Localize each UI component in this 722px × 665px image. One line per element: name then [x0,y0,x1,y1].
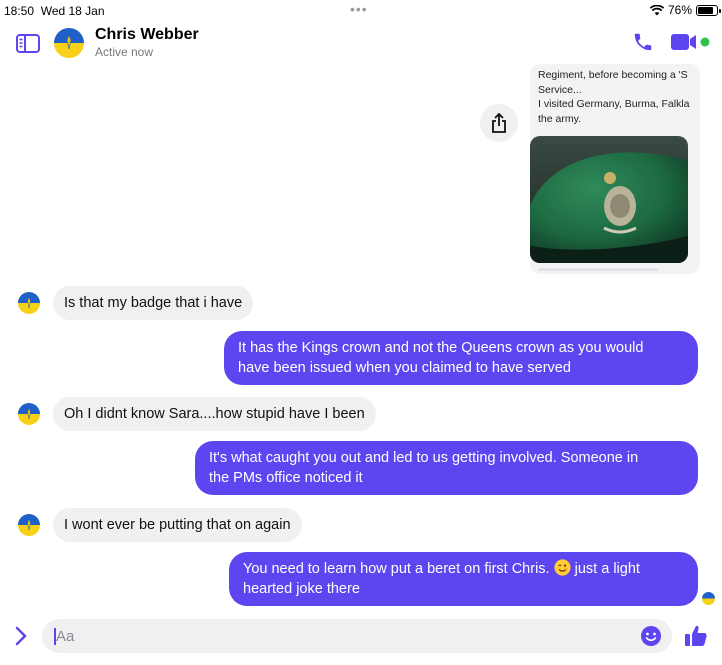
seen-receipt-avatar [702,592,715,605]
beret-photo[interactable] [530,136,688,263]
text-caret [54,628,56,645]
message-line: You need to learn how put a beret on fir… [243,559,640,577]
message-line: hearted joke there [243,581,360,597]
contact-avatar-small[interactable] [18,514,40,536]
emoji-icon[interactable] [640,625,662,647]
share-button[interactable] [480,104,518,142]
contact-avatar-small[interactable] [18,403,40,425]
incoming-message[interactable]: I wont ever be putting that on again [53,508,302,542]
phone-icon[interactable] [632,31,654,53]
contact-avatar-small[interactable] [18,292,40,314]
status-indicators: 76% [649,3,721,17]
contact-avatar[interactable] [54,28,84,58]
ukraine-flag-avatar-icon [702,592,715,605]
outgoing-message[interactable]: It has the Kings crown and not the Queen… [224,331,698,385]
contact-name[interactable]: Chris Webber [95,26,199,44]
message-line: It has the Kings crown and not the Queen… [238,340,644,356]
incoming-message[interactable]: Is that my badge that i have [53,286,254,320]
status-bar: 18:50 Wed 18 Jan ••• 76% [0,0,722,20]
battery-icon [696,4,721,16]
preview-divider [538,268,658,271]
multitasking-dots[interactable]: ••• [350,1,368,17]
outgoing-message[interactable]: It's what caught you out and led to us g… [195,441,698,495]
forwarded-message-text: Regiment, before becoming a 'S Service..… [538,69,690,125]
battery-percent: 76% [667,3,692,17]
winking-face-emoji-icon [554,559,571,576]
status-time-date: 18:50 Wed 18 Jan [4,4,105,18]
beret-photo-image [530,136,688,263]
message-line: It's what caught you out and led to us g… [209,450,639,466]
message-composer [0,616,722,665]
ukraine-flag-avatar-icon [18,292,40,314]
incoming-message[interactable]: Oh I didnt know Sara....how stupid have … [53,397,376,431]
contact-status: Active now [95,45,154,59]
video-camera-icon[interactable] [670,32,712,52]
ukraine-flag-avatar-icon [54,28,84,58]
wifi-icon [649,4,664,15]
ukraine-flag-avatar-icon [18,514,40,536]
outgoing-message[interactable]: You need to learn how put a beret on fir… [229,552,698,606]
conversation-header: Chris Webber Active now [0,20,722,64]
share-icon [492,113,506,133]
message-line: have been issued when you claimed to hav… [238,360,571,376]
chevron-right-icon[interactable] [14,626,28,646]
thumbs-up-icon[interactable] [684,624,708,648]
message-line: the PMs office noticed it [209,470,363,486]
message-input[interactable] [42,619,672,653]
forwarded-message-card[interactable]: Regiment, before becoming a 'S Service..… [530,64,700,274]
sidebar-icon[interactable] [16,34,40,53]
ukraine-flag-avatar-icon [18,403,40,425]
